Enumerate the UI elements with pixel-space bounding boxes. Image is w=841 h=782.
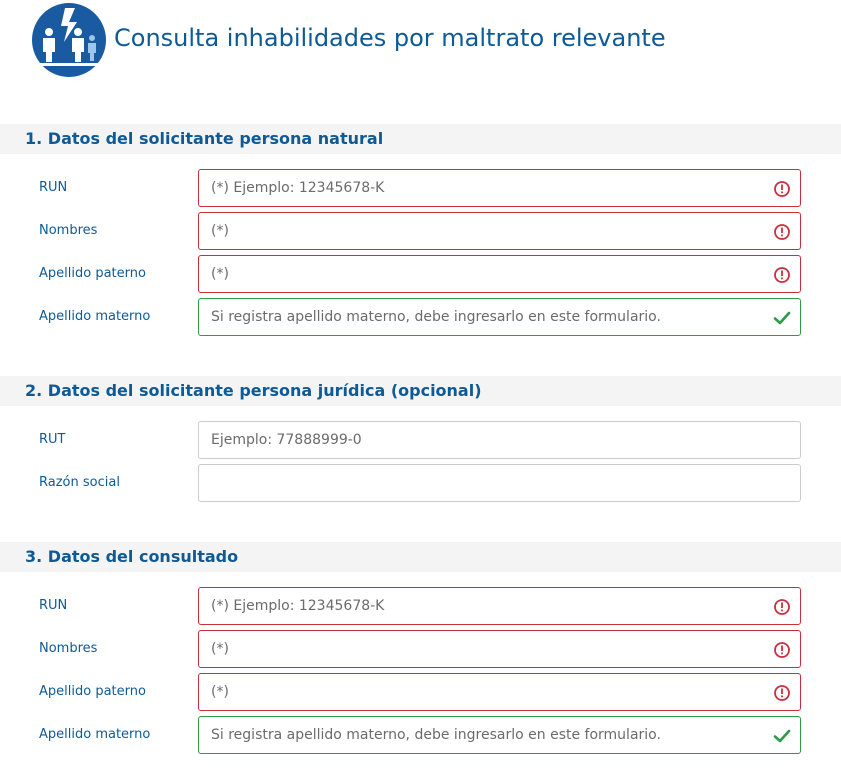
consultado-apellido-paterno-field <box>198 673 801 711</box>
page-title: Consulta inhabilidades por maltrato rele… <box>114 24 666 52</box>
rut-field <box>198 421 801 459</box>
section-header-persona-natural: 1. Datos del solicitante persona natural <box>0 124 841 154</box>
consultado-apellido-materno-field <box>198 716 801 754</box>
section-header-persona-juridica: 2. Datos del solicitante persona jurídic… <box>0 376 841 406</box>
section-title: 1. Datos del solicitante persona natural <box>25 129 384 148</box>
family-protection-logo-icon <box>32 3 106 77</box>
label-consultado-nombres: Nombres <box>39 641 98 656</box>
page-header: Consulta inhabilidades por maltrato rele… <box>0 0 841 80</box>
exclamation-circle-icon <box>774 599 790 615</box>
solicitante-nombres-field <box>198 212 801 250</box>
exclamation-circle-icon <box>774 685 790 701</box>
solicitante-apellido-paterno-input[interactable] <box>199 256 800 292</box>
label-razon-social: Razón social <box>39 475 120 490</box>
checkmark-icon <box>773 729 791 743</box>
exclamation-circle-icon <box>774 181 790 197</box>
exclamation-circle-icon <box>774 267 790 283</box>
solicitante-apellido-paterno-field <box>198 255 801 293</box>
label-solicitante-nombres: Nombres <box>39 223 98 238</box>
consultado-run-input[interactable] <box>199 588 800 624</box>
consultado-run-field <box>198 587 801 625</box>
checkmark-icon <box>773 311 791 325</box>
exclamation-circle-icon <box>774 642 790 658</box>
label-consultado-apellido-materno: Apellido materno <box>39 727 151 742</box>
razon-social-field <box>198 464 801 502</box>
consultado-nombres-input[interactable] <box>199 631 800 667</box>
exclamation-circle-icon <box>774 224 790 240</box>
consultado-apellido-paterno-input[interactable] <box>199 674 800 710</box>
section-title: 2. Datos del solicitante persona jurídic… <box>25 381 482 400</box>
solicitante-run-input[interactable] <box>199 170 800 206</box>
label-consultado-apellido-paterno: Apellido paterno <box>39 684 146 699</box>
solicitante-apellido-materno-input[interactable] <box>199 299 800 335</box>
solicitante-apellido-materno-field <box>198 298 801 336</box>
label-solicitante-apellido-paterno: Apellido paterno <box>39 266 146 281</box>
label-solicitante-apellido-materno: Apellido materno <box>39 309 151 324</box>
section-header-consultado: 3. Datos del consultado <box>0 542 841 572</box>
solicitante-nombres-input[interactable] <box>199 213 800 249</box>
razon-social-input[interactable] <box>199 465 800 501</box>
label-consultado-run: RUN <box>39 598 68 613</box>
consultado-nombres-field <box>198 630 801 668</box>
section-title: 3. Datos del consultado <box>25 547 239 566</box>
rut-input[interactable] <box>199 422 800 458</box>
label-solicitante-run: RUN <box>39 180 68 195</box>
label-rut: RUT <box>39 432 66 447</box>
solicitante-run-field <box>198 169 801 207</box>
consultado-apellido-materno-input[interactable] <box>199 717 800 753</box>
